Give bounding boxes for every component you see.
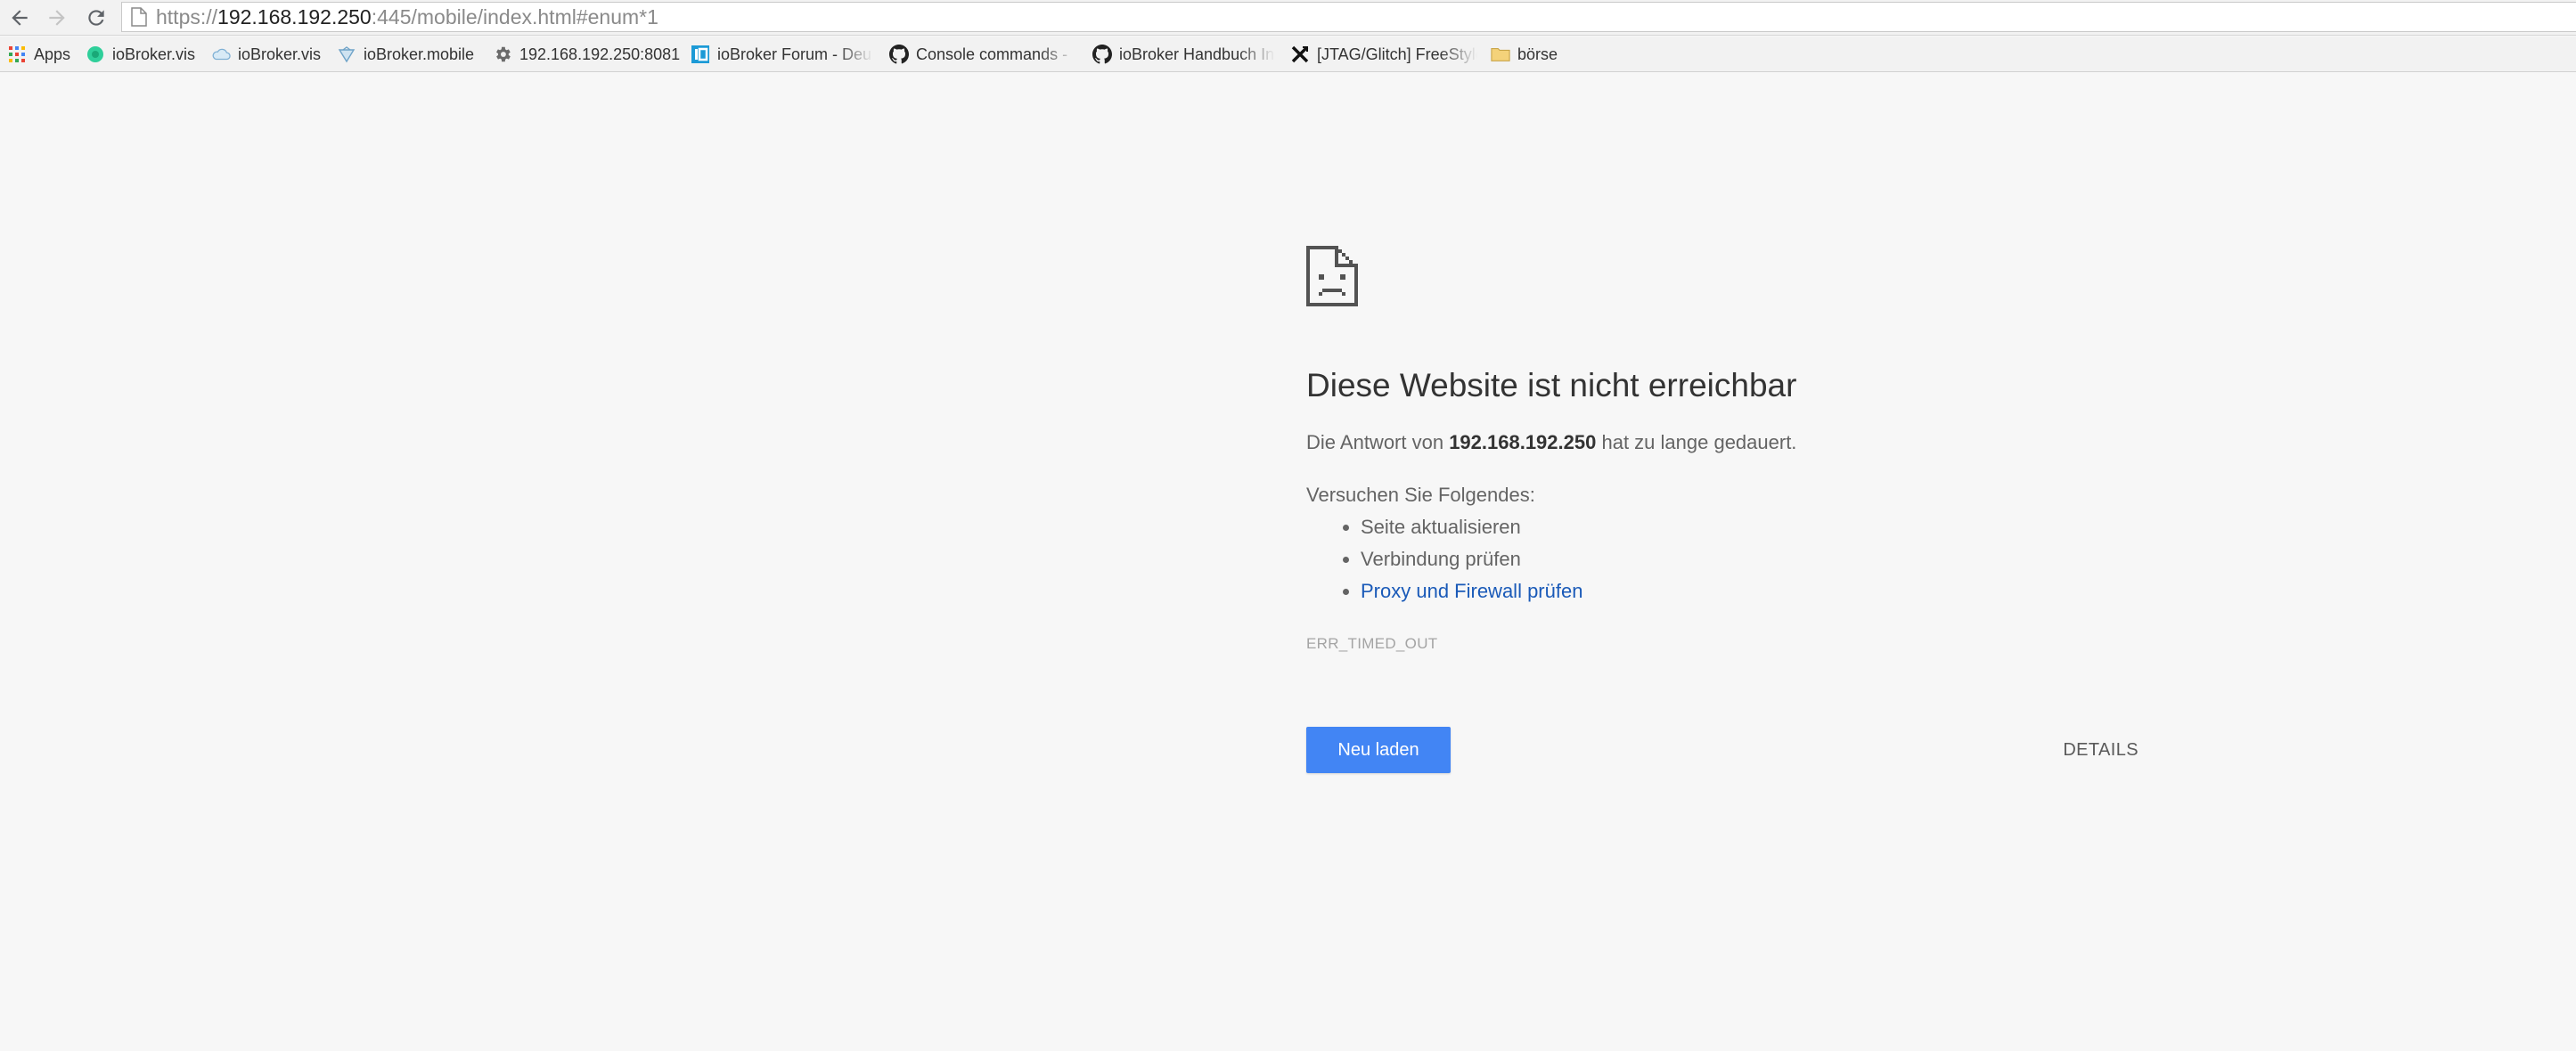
github-icon (1092, 45, 1112, 64)
suggestions-heading: Versuchen Sie Folgendes: (1306, 484, 1535, 506)
bookmark-iobroker-handbuch[interactable]: ioBroker Handbuch In (1092, 37, 1275, 72)
bookmark-label: ioBroker.mobile (364, 45, 475, 63)
error-desc-host: 192.168.192.250 (1449, 431, 1597, 453)
apps-grid-icon (7, 45, 27, 64)
error-title: Diese Website ist nicht erreichbar (1306, 367, 1797, 403)
bookmark-iobroker-forum[interactable]: ioBroker Forum - Deu (691, 37, 873, 72)
bookmark-label: ioBroker Handbuch In (1119, 45, 1275, 63)
proxy-firewall-link[interactable]: Proxy und Firewall prüfen (1361, 580, 1582, 602)
back-button[interactable] (5, 4, 34, 32)
error-code: ERR_TIMED_OUT (1306, 635, 1438, 652)
bookmark-label: Console commands - (916, 45, 1068, 63)
bookmark-label: 192.168.192.250:8081 (519, 45, 681, 63)
suggestion-check-connection: Verbindung prüfen (1361, 543, 1582, 575)
iobroker-forum-icon (691, 45, 710, 64)
bookmark-console-commands[interactable]: Console commands - (889, 37, 1076, 72)
browser-toolbar: https://192.168.192.250:445/mobile/index… (0, 0, 2576, 36)
bookmark-label: börse (1517, 45, 1558, 63)
details-button[interactable]: DETAILS (2005, 727, 2138, 773)
suggestion-reload: Seite aktualisieren (1361, 511, 1582, 543)
bookmark-label: [JTAG/Glitch] FreeStyle (1317, 45, 1477, 63)
bookmark-iobroker-vis-2[interactable]: ioBroker.vis (211, 37, 321, 72)
bookmark-folder-boerse[interactable]: börse (1491, 37, 1558, 72)
bookmark-iobroker-mobile[interactable]: ioBroker.mobile (337, 37, 474, 72)
bookmarks-bar: Apps ioBroker.vis ioBroker.vis ioBroker.… (0, 37, 2576, 72)
jtag-icon (1290, 45, 1310, 64)
bookmark-admin-8081[interactable]: 192.168.192.250:8081 (493, 37, 680, 72)
suggestions-list: Seite aktualisieren Verbindung prüfen Pr… (1306, 511, 1582, 607)
bookmark-label: ioBroker.vis (238, 45, 322, 63)
iobroker-vis-cloud-icon (211, 45, 231, 64)
sad-page-icon (1306, 246, 1358, 311)
error-desc-prefix: Die Antwort von (1306, 431, 1450, 453)
url-host: 192.168.192.250 (217, 4, 372, 29)
bookmark-label: ioBroker.vis (112, 45, 196, 63)
url-text: https://192.168.192.250:445/mobile/index… (156, 5, 658, 29)
github-icon (889, 45, 909, 64)
bookmark-apps[interactable]: Apps (7, 37, 70, 72)
bookmark-iobroker-vis[interactable]: ioBroker.vis (86, 37, 195, 72)
url-path: :445/mobile/index.html#enum*1 (371, 4, 658, 29)
bookmark-label: Apps (34, 45, 71, 63)
arrow-right-icon (49, 10, 65, 26)
error-desc-suffix: hat zu lange gedauert. (1596, 431, 1797, 453)
error-description: Die Antwort von 192.168.192.250 hat zu l… (1306, 431, 1796, 454)
url-scheme: https:// (156, 4, 218, 29)
suggestion-proxy-firewall: Proxy und Firewall prüfen (1361, 575, 1582, 607)
iobroker-mobile-icon (337, 45, 356, 64)
address-bar[interactable]: https://192.168.192.250:445/mobile/index… (121, 2, 2576, 32)
arrow-left-icon (12, 10, 28, 26)
forward-button[interactable] (43, 4, 71, 32)
reload-page-button[interactable]: Neu laden (1306, 727, 1451, 773)
bookmark-jtag-glitch[interactable]: [JTAG/Glitch] FreeStyle (1290, 37, 1477, 72)
page-icon (131, 7, 147, 27)
reload-icon (88, 10, 104, 26)
iobroker-vis-green-icon (86, 45, 105, 64)
gear-icon (493, 45, 512, 64)
bookmark-label: ioBroker Forum - Deu (717, 45, 872, 63)
reload-button[interactable] (82, 4, 110, 32)
folder-icon (1491, 45, 1510, 64)
